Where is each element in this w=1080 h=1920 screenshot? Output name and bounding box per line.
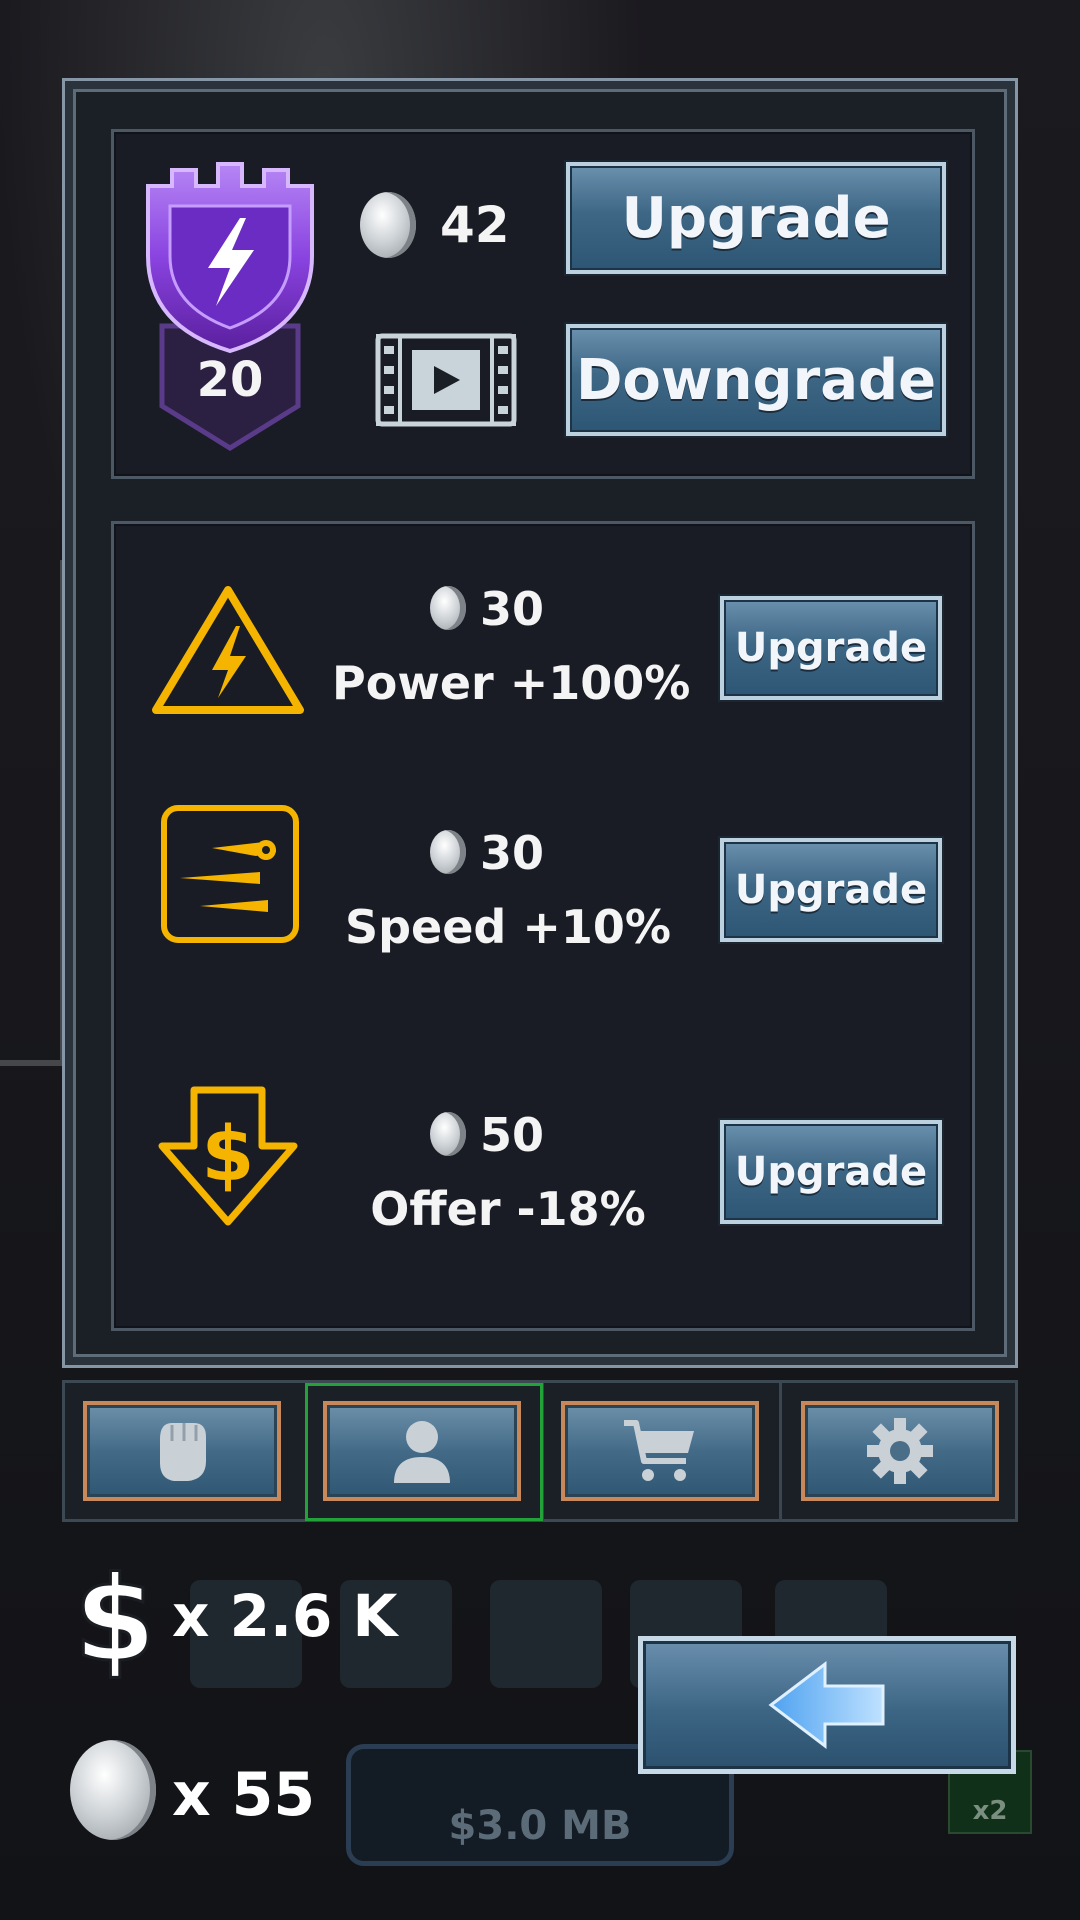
upgrade-offer-button[interactable]: Upgrade	[720, 1120, 942, 1224]
fist-icon	[160, 1423, 206, 1481]
coin-icon	[70, 1740, 156, 1840]
coin-icon	[430, 830, 466, 874]
tab-profile[interactable]	[323, 1401, 521, 1501]
downgrade-level-button[interactable]: Downgrade	[566, 324, 946, 436]
upgrade-panel: 20 42 Upgrade Downgrade 30 Power +100% U…	[62, 78, 1018, 1368]
coin-cost: 42	[440, 196, 510, 254]
coin-icon	[360, 192, 416, 258]
upgrade-label: Offer -18%	[370, 1182, 646, 1236]
arrow-left-icon	[768, 1660, 885, 1750]
coin-amount: x 55	[172, 1760, 316, 1830]
price-down-icon: $	[158, 1086, 298, 1226]
dollar-icon: $	[72, 1560, 157, 1680]
upgrade-cost: 50	[480, 1108, 545, 1162]
upgrade-row-speed: 30 Speed +10% Upgrade	[114, 804, 972, 1064]
income-rate-label: $3.0 MB	[448, 1803, 632, 1849]
speed-boost-icon	[161, 805, 299, 943]
upgrade-label: Power +100%	[332, 656, 691, 710]
upgrade-speed-button[interactable]: Upgrade	[720, 838, 942, 942]
tab-power[interactable]	[83, 1401, 281, 1501]
money-amount: x 2.6 K	[172, 1582, 398, 1650]
coin-icon	[430, 586, 466, 630]
upgrades-section: 30 Power +100% Upgrade 30 Speed +10% Upg…	[111, 521, 975, 1331]
gear-icon	[867, 1418, 933, 1484]
upgrade-level-button[interactable]: Upgrade	[566, 162, 946, 274]
tab-shop[interactable]	[561, 1401, 759, 1501]
coin-icon	[430, 1112, 466, 1156]
level-badge: 20	[142, 156, 318, 456]
upgrade-row-offer: $ 50 Offer -18% Upgrade	[114, 1084, 972, 1324]
tab-bar	[62, 1380, 1018, 1522]
lightning-warning-icon	[152, 586, 304, 714]
upgrade-cost: 30	[480, 582, 545, 636]
upgrade-power-button[interactable]: Upgrade	[720, 596, 942, 700]
upgrade-row-power: 30 Power +100% Upgrade	[114, 524, 972, 784]
money-counter: $ x 2.6 K	[70, 1560, 430, 1680]
upgrade-cost: 30	[480, 826, 545, 880]
tab-settings[interactable]	[801, 1401, 999, 1501]
video-ad-icon[interactable]	[374, 332, 518, 432]
upgrade-label: Speed +10%	[344, 900, 672, 954]
back-button[interactable]	[638, 1636, 1016, 1774]
level-section: 20 42 Upgrade Downgrade	[111, 129, 975, 479]
profile-icon	[394, 1421, 450, 1483]
shield-icon	[146, 162, 314, 451]
svg-text:$: $	[74, 1560, 156, 1680]
cart-icon	[624, 1420, 694, 1481]
svg-text:$: $	[202, 1109, 255, 1198]
level-number: 20	[196, 352, 264, 408]
multiplier-label: x2	[972, 1796, 1008, 1826]
